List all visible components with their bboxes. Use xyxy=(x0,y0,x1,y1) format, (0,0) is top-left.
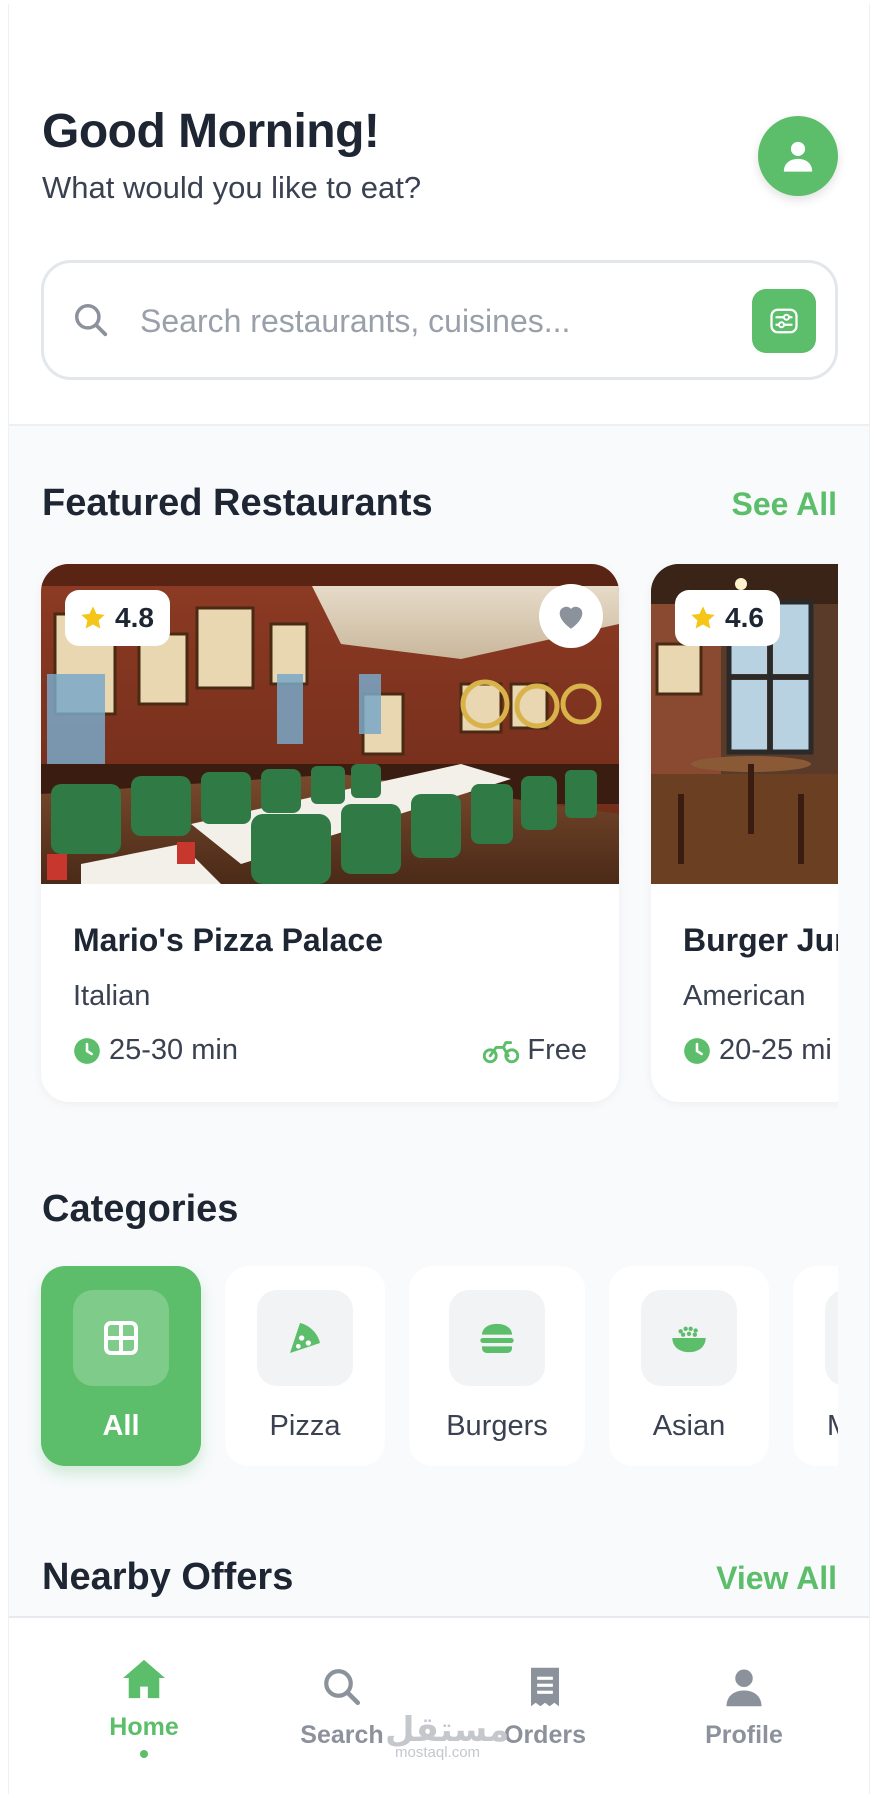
star-icon xyxy=(691,606,715,629)
category-label: All xyxy=(102,1410,140,1442)
active-indicator xyxy=(140,1750,148,1758)
category-tile xyxy=(641,1290,737,1386)
categories-section-title: Categories xyxy=(42,1188,239,1230)
category-label: Asian xyxy=(652,1410,726,1442)
delivery-time: 20-25 mi xyxy=(683,1034,832,1067)
pizza-icon xyxy=(290,1323,320,1353)
greeting-subtitle: What would you like to eat? xyxy=(42,170,422,205)
header: Good Morning! What would you like to eat… xyxy=(9,4,869,426)
app-screen: Good Morning! What would you like to eat… xyxy=(8,4,870,1794)
search-bar xyxy=(41,260,838,380)
category-tile xyxy=(73,1290,169,1386)
featured-carousel-clip: 4.6 Burger Jur American 20-25 mi xyxy=(9,544,838,1124)
category-label: Pizza xyxy=(269,1410,341,1442)
category-tile xyxy=(257,1290,353,1386)
profile-avatar-button[interactable] xyxy=(758,116,838,196)
see-all-link[interactable]: See All xyxy=(731,486,837,523)
view-all-link[interactable]: View All xyxy=(716,1560,837,1597)
rating-value: 4.6 xyxy=(725,602,764,633)
rice-bowl-icon xyxy=(672,1326,706,1353)
nav-label: Home xyxy=(109,1713,179,1741)
restaurant-card[interactable]: 4.6 Burger Jur American 20-25 mi xyxy=(651,564,838,1102)
offers-section-title: Nearby Offers xyxy=(42,1556,294,1598)
nav-home[interactable]: Home xyxy=(64,1658,224,1758)
filter-button[interactable] xyxy=(752,289,816,353)
category-more[interactable]: M xyxy=(793,1266,838,1466)
rating-badge: 4.6 xyxy=(675,590,780,646)
featured-section-title: Featured Restaurants xyxy=(42,482,433,524)
search-icon xyxy=(324,1669,361,1706)
delivery-time-value: 20-25 mi xyxy=(719,1034,832,1066)
category-all[interactable]: All xyxy=(41,1266,201,1466)
category-label: Burgers xyxy=(446,1410,548,1442)
user-icon xyxy=(783,141,813,172)
nav-label: Profile xyxy=(705,1721,783,1749)
restaurant-cuisine: American xyxy=(683,980,806,1012)
category-tile xyxy=(449,1290,545,1386)
home-icon xyxy=(123,1659,165,1699)
category-burgers[interactable]: Burgers xyxy=(409,1266,585,1466)
receipt-icon xyxy=(531,1667,559,1707)
category-label: M xyxy=(827,1410,838,1443)
nav-profile[interactable]: Profile xyxy=(664,1666,824,1750)
search-input[interactable] xyxy=(140,293,720,349)
user-icon xyxy=(726,1669,762,1707)
bottom-navigation: Home Search Orders Profile xyxy=(9,1616,869,1794)
greeting-title: Good Morning! xyxy=(42,105,380,158)
search-icon xyxy=(75,304,108,337)
sliders-icon xyxy=(770,308,798,334)
watermark-url: mostaql.com xyxy=(395,1744,481,1761)
category-asian[interactable]: Asian xyxy=(609,1266,769,1466)
burger-icon xyxy=(480,1323,514,1353)
category-pizza[interactable]: Pizza xyxy=(225,1266,385,1466)
clock-icon xyxy=(684,1037,710,1064)
restaurant-name: Burger Jur xyxy=(683,922,838,958)
grid-icon xyxy=(104,1321,138,1355)
category-tile xyxy=(825,1290,838,1386)
